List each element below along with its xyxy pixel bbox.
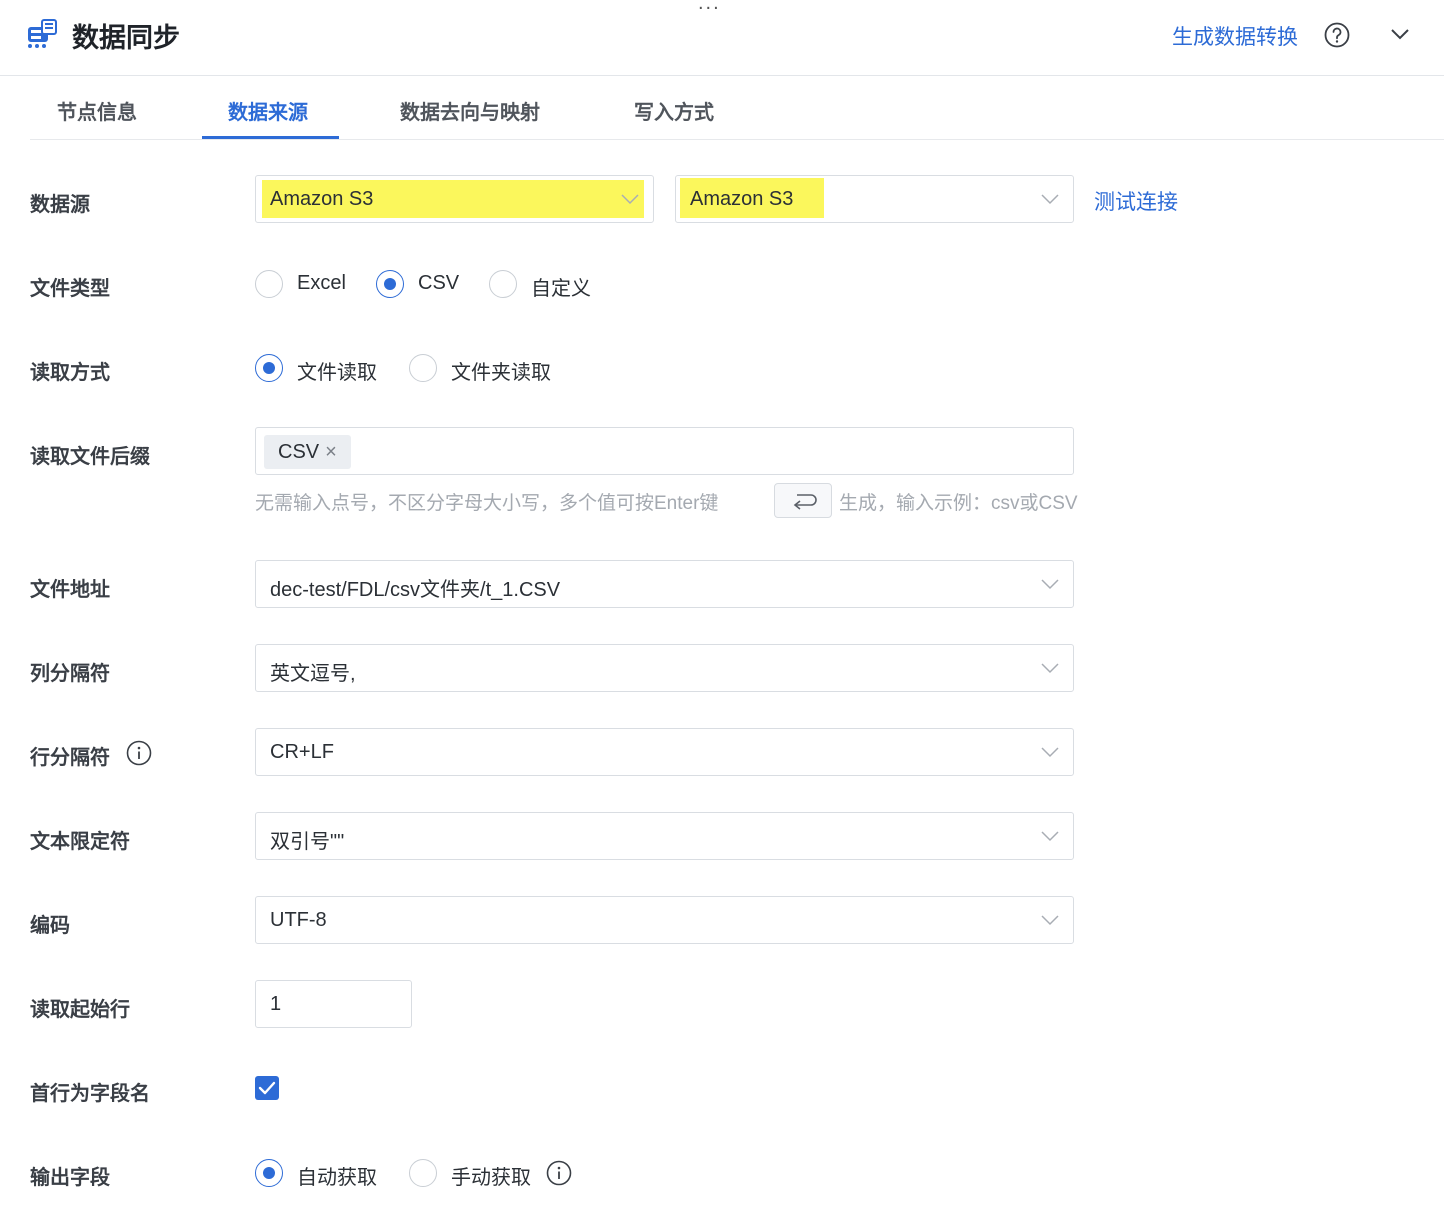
file-path-value: dec-test/FDL/csv文件夹/t_1.CSV [270, 579, 561, 601]
file-suffix-label: 读取文件后缀 [30, 446, 150, 468]
suffix-tag-text: CSV [278, 441, 320, 463]
info-icon[interactable] [546, 1160, 572, 1186]
chevron-down-icon [1041, 661, 1059, 675]
read-mode-folder-label[interactable]: 文件夹读取 [451, 356, 551, 385]
datasource-connection-value: Amazon S3 [690, 188, 794, 210]
file-path-label: 文件地址 [30, 579, 110, 601]
file-type-csv-label[interactable]: CSV [418, 272, 459, 295]
datasource-type-value: Amazon S3 [270, 188, 374, 210]
encoding-select[interactable]: UTF-8 [255, 896, 1074, 944]
file-type-custom-radio[interactable] [489, 270, 517, 298]
tab-node-info[interactable]: 节点信息 [57, 96, 137, 125]
text-qualifier-value: 双引号"" [270, 831, 345, 853]
output-fields-manual-label[interactable]: 手动获取 [451, 1161, 531, 1190]
output-fields-auto-radio[interactable] [255, 1159, 283, 1187]
test-connection-link[interactable]: 测试连接 [1094, 186, 1178, 216]
chevron-down-icon [1041, 192, 1059, 206]
column-separator-select[interactable]: 英文逗号, [255, 644, 1074, 692]
output-fields-label: 输出字段 [30, 1167, 110, 1189]
text-qualifier-label: 文本限定符 [30, 831, 130, 853]
column-separator-value: 英文逗号, [270, 663, 356, 685]
chevron-down-icon[interactable] [1390, 26, 1410, 42]
datasource-connection-select[interactable]: Amazon S3 [675, 175, 1074, 223]
info-icon[interactable] [126, 740, 152, 766]
close-icon[interactable]: × [325, 435, 337, 469]
read-mode-file-radio[interactable] [255, 354, 283, 382]
file-type-custom-label[interactable]: 自定义 [531, 272, 591, 301]
row-separator-value: CR+LF [270, 741, 334, 763]
encoding-value: UTF-8 [270, 909, 327, 931]
chevron-down-icon [1041, 829, 1059, 843]
read-mode-folder-radio[interactable] [409, 354, 437, 382]
chevron-down-icon [1041, 577, 1059, 591]
start-row-input[interactable]: 1 [255, 980, 412, 1028]
tab-bar: 节点信息 数据来源 数据去向与映射 写入方式 [30, 76, 1444, 140]
tab-data-source[interactable]: 数据来源 [228, 96, 308, 125]
datasource-type-select[interactable]: Amazon S3 [255, 175, 654, 223]
enter-key-hint [774, 483, 832, 518]
data-sync-icon [26, 18, 58, 50]
active-tab-indicator [202, 136, 339, 139]
page-header: 数据同步 生成数据转换 [0, 0, 1444, 76]
tab-write-mode[interactable]: 写入方式 [634, 96, 714, 125]
file-type-excel-radio[interactable] [255, 270, 283, 298]
file-type-csv-radio[interactable] [376, 270, 404, 298]
chevron-down-icon [621, 192, 639, 206]
file-type-excel-label[interactable]: Excel [297, 272, 346, 295]
enter-key-icon [775, 494, 833, 523]
text-qualifier-select[interactable]: 双引号"" [255, 812, 1074, 860]
header-row-checkbox[interactable] [255, 1076, 279, 1100]
file-path-select[interactable]: dec-test/FDL/csv文件夹/t_1.CSV [255, 560, 1074, 608]
header-row-label: 首行为字段名 [30, 1083, 150, 1105]
file-suffix-tag-input[interactable]: CSV × [255, 427, 1074, 475]
column-separator-label: 列分隔符 [30, 663, 110, 685]
suffix-hint-text-after: 生成，输入示例：csv或CSV [839, 493, 1078, 514]
suffix-hint-text: 无需输入点号，不区分字母大小写，多个值可按Enter键 [255, 493, 719, 514]
chevron-down-icon [1041, 913, 1059, 927]
row-separator-select[interactable]: CR+LF [255, 728, 1074, 776]
encoding-label: 编码 [30, 915, 70, 937]
read-mode-file-label[interactable]: 文件读取 [297, 356, 377, 385]
start-row-label: 读取起始行 [30, 999, 130, 1021]
start-row-value: 1 [270, 993, 282, 1015]
output-fields-manual-radio[interactable] [409, 1159, 437, 1187]
help-icon[interactable] [1324, 22, 1350, 48]
tab-data-destination-mapping[interactable]: 数据去向与映射 [400, 96, 540, 125]
output-fields-auto-label[interactable]: 自动获取 [297, 1161, 377, 1190]
datasource-label: 数据源 [30, 194, 90, 216]
generate-data-transform-link[interactable]: 生成数据转换 [1172, 21, 1298, 51]
file-type-label: 文件类型 [30, 278, 110, 300]
page-title: 数据同步 [72, 23, 180, 53]
suffix-tag: CSV × [264, 435, 351, 469]
read-mode-label: 读取方式 [30, 362, 110, 384]
chevron-down-icon [1041, 745, 1059, 759]
row-separator-label: 行分隔符 [30, 747, 110, 769]
